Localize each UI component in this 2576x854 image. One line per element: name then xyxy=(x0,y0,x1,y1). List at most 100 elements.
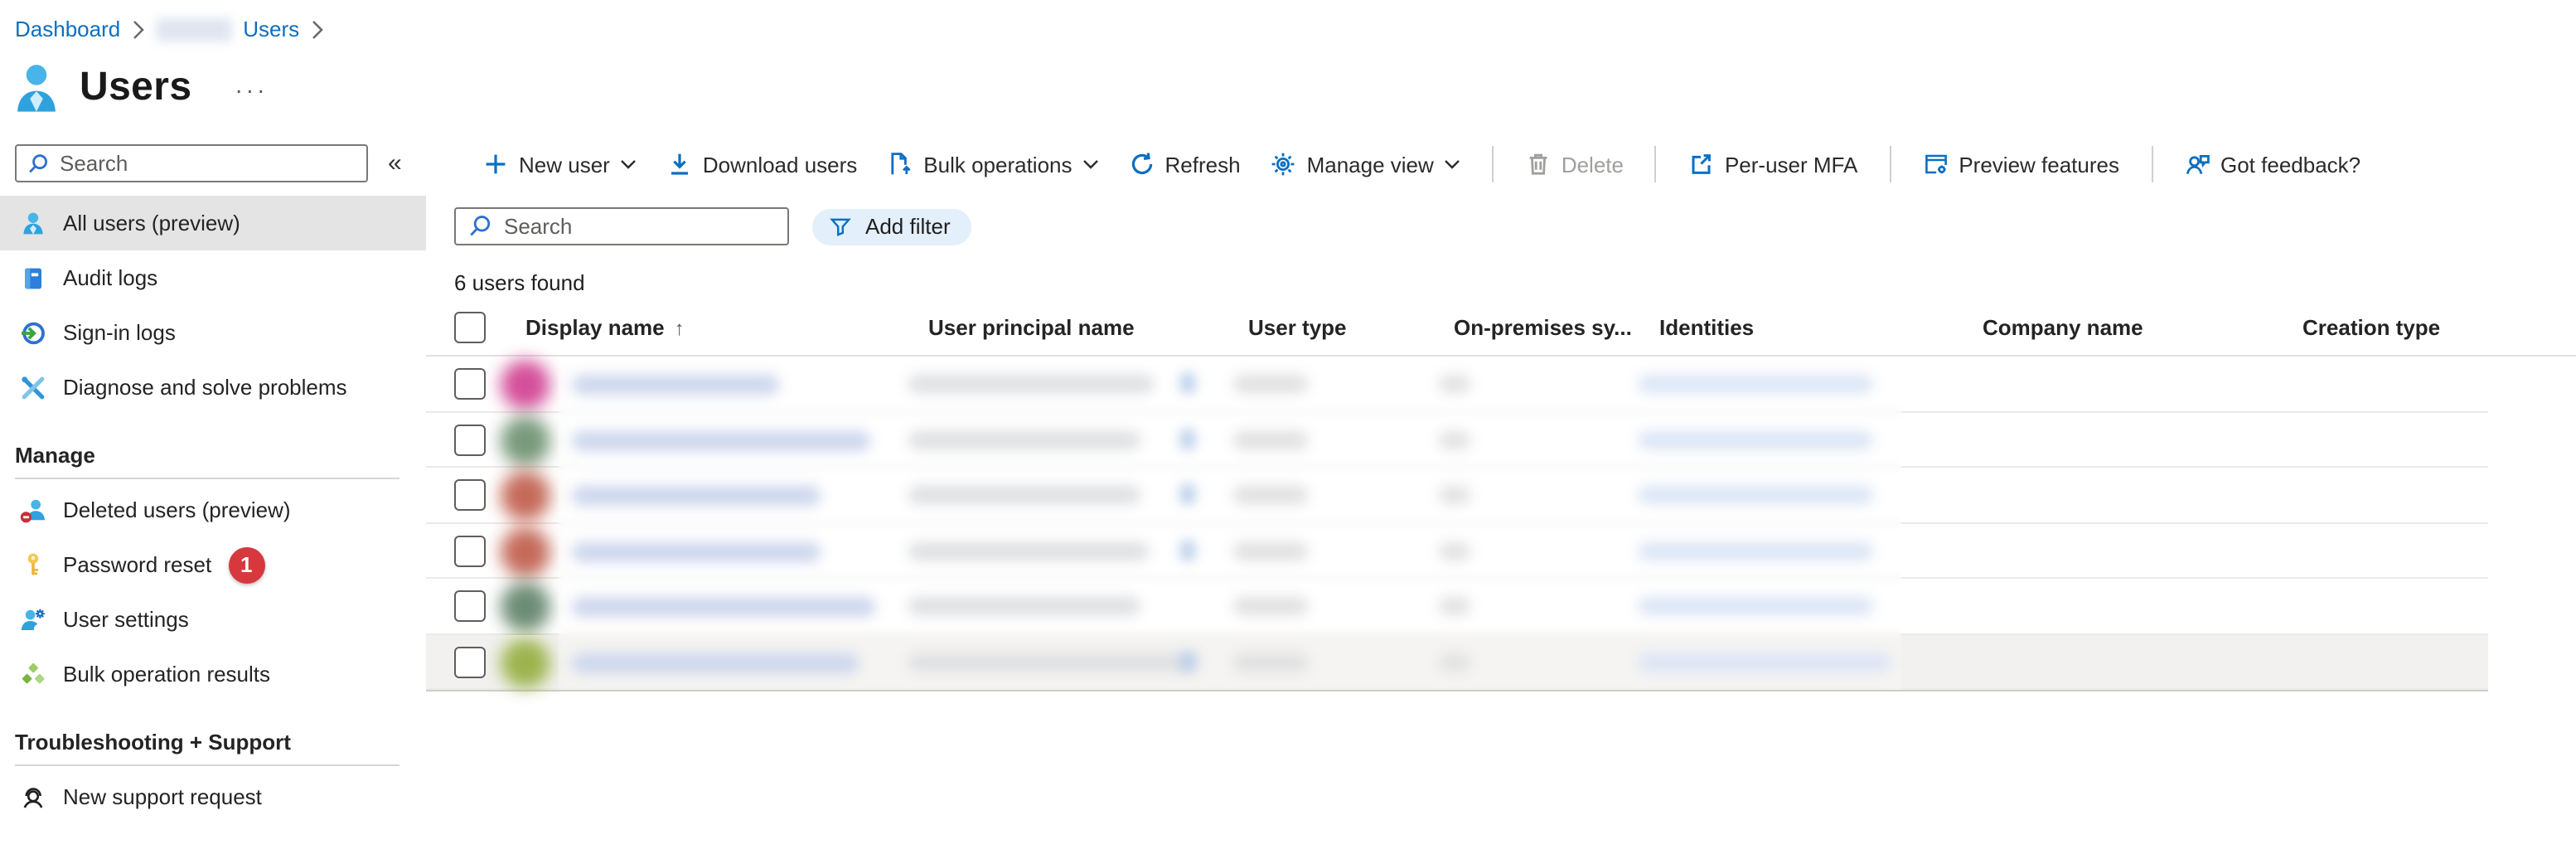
redacted-upn-icon xyxy=(1180,651,1195,671)
breadcrumb-dashboard-link[interactable]: Dashboard xyxy=(15,17,120,41)
redacted-user-type xyxy=(1233,597,1308,615)
button-label: Refresh xyxy=(1165,152,1241,177)
avatar xyxy=(501,638,550,687)
redacted-display-name-link[interactable] xyxy=(572,541,821,561)
chevron-down-icon xyxy=(1444,159,1460,169)
row-checkbox[interactable] xyxy=(454,590,486,622)
sidebar-item-deleted-users[interactable]: Deleted users (preview) xyxy=(0,483,426,537)
button-label: Preview features xyxy=(1959,152,2119,177)
redacted-identities-link[interactable] xyxy=(1638,430,1873,449)
redacted-identities-link[interactable] xyxy=(1638,653,1891,671)
row-checkbox[interactable] xyxy=(454,535,486,566)
sidebar-item-label: Diagnose and solve problems xyxy=(63,375,347,400)
redacted-user-principal-name xyxy=(908,430,1140,449)
select-all-checkbox[interactable] xyxy=(454,312,486,343)
cubes-icon xyxy=(20,661,46,687)
sidebar-item-password-reset[interactable]: Password reset 1 xyxy=(0,537,426,592)
breadcrumb-users-link[interactable]: Users xyxy=(243,17,299,41)
bulk-operations-button[interactable]: Bulk operations xyxy=(872,138,1113,191)
table-row[interactable] xyxy=(426,579,2488,634)
avatar xyxy=(501,471,550,521)
redacted-display-name-link[interactable] xyxy=(572,597,875,617)
redacted-upn-icon xyxy=(1180,540,1195,560)
chevron-right-icon xyxy=(132,19,143,39)
redacted-display-name-link[interactable] xyxy=(572,486,821,506)
column-header-display-name[interactable]: Display name↑ xyxy=(525,315,685,340)
gear-icon xyxy=(1271,151,1297,177)
sidebar-search-input[interactable]: Search xyxy=(15,144,368,182)
toolbar-divider xyxy=(1655,146,1657,182)
search-icon xyxy=(27,152,50,175)
table-body xyxy=(426,357,2488,691)
add-filter-button[interactable]: Add filter xyxy=(812,208,972,245)
button-label: Manage view xyxy=(1307,152,1434,177)
redacted-upn-icon xyxy=(1180,484,1195,504)
row-checkbox[interactable] xyxy=(454,424,486,455)
column-header-on-premises[interactable]: On-premises sy... xyxy=(1454,315,1632,340)
sign-in-logs-icon xyxy=(20,319,46,346)
avatar xyxy=(501,415,550,465)
table-row[interactable] xyxy=(426,523,2488,579)
filter-bar: Search Add filter xyxy=(454,207,2576,245)
download-users-button[interactable]: Download users xyxy=(651,138,872,191)
search-icon xyxy=(467,214,492,239)
row-checkbox[interactable] xyxy=(454,479,486,511)
row-checkbox[interactable] xyxy=(454,368,486,400)
redacted-user-principal-name xyxy=(908,486,1140,504)
sidebar-search-placeholder: Search xyxy=(60,151,128,176)
redacted-display-name-link[interactable] xyxy=(572,653,859,672)
users-table: Display name↑ User principal name User t… xyxy=(426,312,2576,691)
sidebar-item-audit-logs[interactable]: Audit logs xyxy=(0,250,426,305)
sidebar-item-label: Password reset xyxy=(63,552,211,577)
avatar xyxy=(501,360,550,410)
new-user-button[interactable]: New user xyxy=(467,138,651,191)
redacted-display-name-link[interactable] xyxy=(572,375,779,395)
redacted-user-principal-name xyxy=(908,653,1198,671)
delete-button[interactable]: Delete xyxy=(1510,138,1639,191)
users-search-input[interactable]: Search xyxy=(454,207,789,245)
sidebar-item-all-users[interactable]: All users (preview) xyxy=(0,196,426,250)
redacted-identities-link[interactable] xyxy=(1638,375,1873,393)
sidebar-item-user-settings[interactable]: User settings xyxy=(0,592,426,647)
sidebar-item-diagnose[interactable]: Diagnose and solve problems xyxy=(0,360,426,415)
sidebar-nav: All users (preview) Audit logs xyxy=(0,196,426,824)
redacted-identities-link[interactable] xyxy=(1638,541,1873,560)
sort-ascending-icon: ↑ xyxy=(675,317,685,340)
audit-logs-icon xyxy=(20,264,46,291)
manage-view-button[interactable]: Manage view xyxy=(1256,138,1475,191)
more-options-button[interactable]: ··· xyxy=(235,76,268,103)
divider xyxy=(15,478,399,479)
sidebar-item-label: Audit logs xyxy=(63,265,157,290)
button-label: Got feedback? xyxy=(2220,152,2361,177)
sidebar-item-new-support-request[interactable]: New support request xyxy=(0,769,426,824)
sidebar-item-sign-in-logs[interactable]: Sign-in logs xyxy=(0,305,426,360)
column-header-company-name[interactable]: Company name xyxy=(1983,315,2143,340)
redacted-identities-link[interactable] xyxy=(1638,486,1873,504)
column-header-identities[interactable]: Identities xyxy=(1659,315,1754,340)
search-placeholder: Search xyxy=(504,214,572,239)
collapse-sidebar-button[interactable]: « xyxy=(388,149,402,177)
column-header-user-principal-name[interactable]: User principal name xyxy=(928,315,1135,340)
button-label: Download users xyxy=(703,152,857,177)
diagnose-icon xyxy=(20,374,46,400)
table-row[interactable] xyxy=(426,412,2488,468)
table-row[interactable] xyxy=(426,634,2488,690)
redacted-user-type xyxy=(1233,541,1308,560)
support-icon xyxy=(20,784,46,810)
redacted-display-name-link[interactable] xyxy=(572,430,870,450)
preview-features-button[interactable]: Preview features xyxy=(1907,138,2134,191)
toolbar-divider xyxy=(1889,146,1891,182)
button-label: Delete xyxy=(1562,152,1624,177)
column-header-creation-type[interactable]: Creation type xyxy=(2302,315,2440,340)
column-header-user-type[interactable]: User type xyxy=(1248,315,1347,340)
got-feedback-button[interactable]: Got feedback? xyxy=(2169,138,2375,191)
refresh-button[interactable]: Refresh xyxy=(1114,138,1256,191)
sidebar-item-bulk-operation-results[interactable]: Bulk operation results xyxy=(0,647,426,701)
add-filter-label: Add filter xyxy=(865,214,951,239)
redacted-identities-link[interactable] xyxy=(1638,597,1873,615)
row-checkbox[interactable] xyxy=(454,646,486,677)
table-row[interactable] xyxy=(426,468,2488,523)
filter-icon xyxy=(829,215,852,238)
table-row[interactable] xyxy=(426,357,2488,412)
per-user-mfa-button[interactable]: Per-user MFA xyxy=(1673,138,1872,191)
